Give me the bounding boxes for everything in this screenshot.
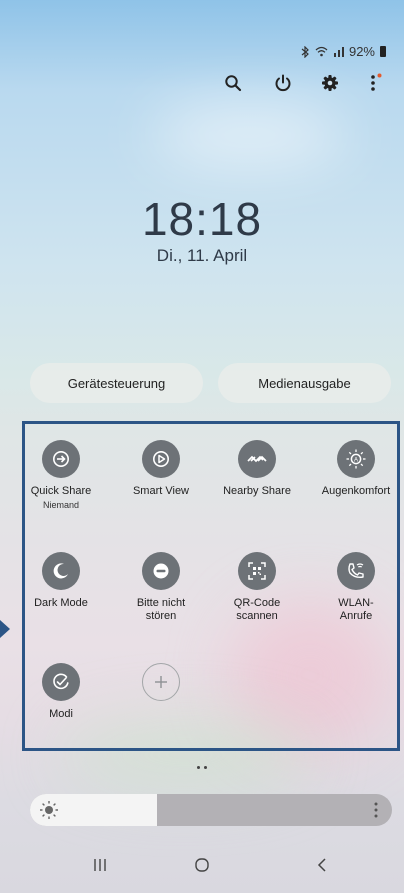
- tile-label: Bitte nicht stören: [136, 597, 186, 622]
- tile-label: Quick Share: [30, 485, 92, 497]
- page-indicator: [197, 766, 207, 769]
- add-icon: [142, 663, 180, 701]
- tile-sublabel: Niemand: [42, 500, 80, 510]
- status-bar: 92%: [301, 44, 386, 59]
- tile-qr-code[interactable]: QR-Code scannen: [210, 552, 304, 623]
- clock-time: 18:18: [141, 193, 263, 245]
- search-icon[interactable]: [218, 68, 248, 98]
- smart-view-icon: [142, 440, 180, 478]
- moon-icon: [42, 552, 80, 590]
- tile-label: Nearby Share: [223, 485, 291, 497]
- sun-icon: [40, 801, 58, 819]
- power-icon[interactable]: [268, 68, 298, 98]
- brightness-more-icon[interactable]: [374, 802, 378, 818]
- tile-quick-share[interactable]: Quick Share Niemand: [14, 440, 108, 510]
- tile-modes[interactable]: Modi: [14, 663, 108, 721]
- tile-label: Smart View: [132, 485, 190, 497]
- tile-wifi-calling[interactable]: WLAN-Anrufe: [309, 552, 403, 623]
- recent-apps-icon[interactable]: [80, 845, 120, 885]
- nearby-share-icon: [238, 440, 276, 478]
- clock-date: Di., 11. April: [156, 246, 248, 265]
- modes-icon: [42, 663, 80, 701]
- tile-do-not-disturb[interactable]: Bitte nicht stören: [114, 552, 208, 623]
- media-output-button[interactable]: Medienausgabe: [218, 363, 391, 403]
- more-options-icon[interactable]: [360, 68, 390, 98]
- bg-blob-1: [150, 105, 350, 165]
- navigation-bar: [0, 845, 404, 885]
- brightness-slider[interactable]: [30, 794, 392, 826]
- wifi-calling-icon: [337, 552, 375, 590]
- tile-label: Modi: [49, 708, 73, 720]
- tile-add[interactable]: [114, 663, 208, 701]
- wifi-icon: [315, 46, 328, 57]
- media-output-label: Medienausgabe: [258, 375, 351, 391]
- tile-smart-view[interactable]: Smart View: [114, 440, 208, 498]
- back-icon[interactable]: [302, 845, 342, 885]
- qr-code-icon: [238, 552, 276, 590]
- signal-icon: [333, 47, 344, 57]
- svg-text:A: A: [354, 457, 358, 463]
- device-control-button[interactable]: Gerätesteuerung: [30, 363, 203, 403]
- device-control-label: Gerätesteuerung: [67, 375, 166, 391]
- tile-nearby-share[interactable]: Nearby Share: [210, 440, 304, 498]
- tile-label: WLAN-Anrufe: [338, 597, 374, 622]
- tile-label: Augenkomfort: [321, 485, 391, 497]
- eye-comfort-icon: A: [337, 440, 375, 478]
- tile-label: QR-Code scannen: [233, 597, 281, 622]
- settings-icon[interactable]: [315, 68, 345, 98]
- quick-share-icon: [42, 440, 80, 478]
- do-not-disturb-icon: [142, 552, 180, 590]
- tile-dark-mode[interactable]: Dark Mode: [14, 552, 108, 610]
- pointer-arrow: [0, 620, 10, 638]
- tile-label: Dark Mode: [34, 597, 88, 609]
- tile-eye-comfort[interactable]: A Augenkomfort: [309, 440, 403, 498]
- home-icon[interactable]: [182, 845, 222, 885]
- battery-percent: 92%: [348, 44, 375, 59]
- battery-icon: [380, 46, 386, 57]
- bluetooth-icon: [301, 45, 309, 58]
